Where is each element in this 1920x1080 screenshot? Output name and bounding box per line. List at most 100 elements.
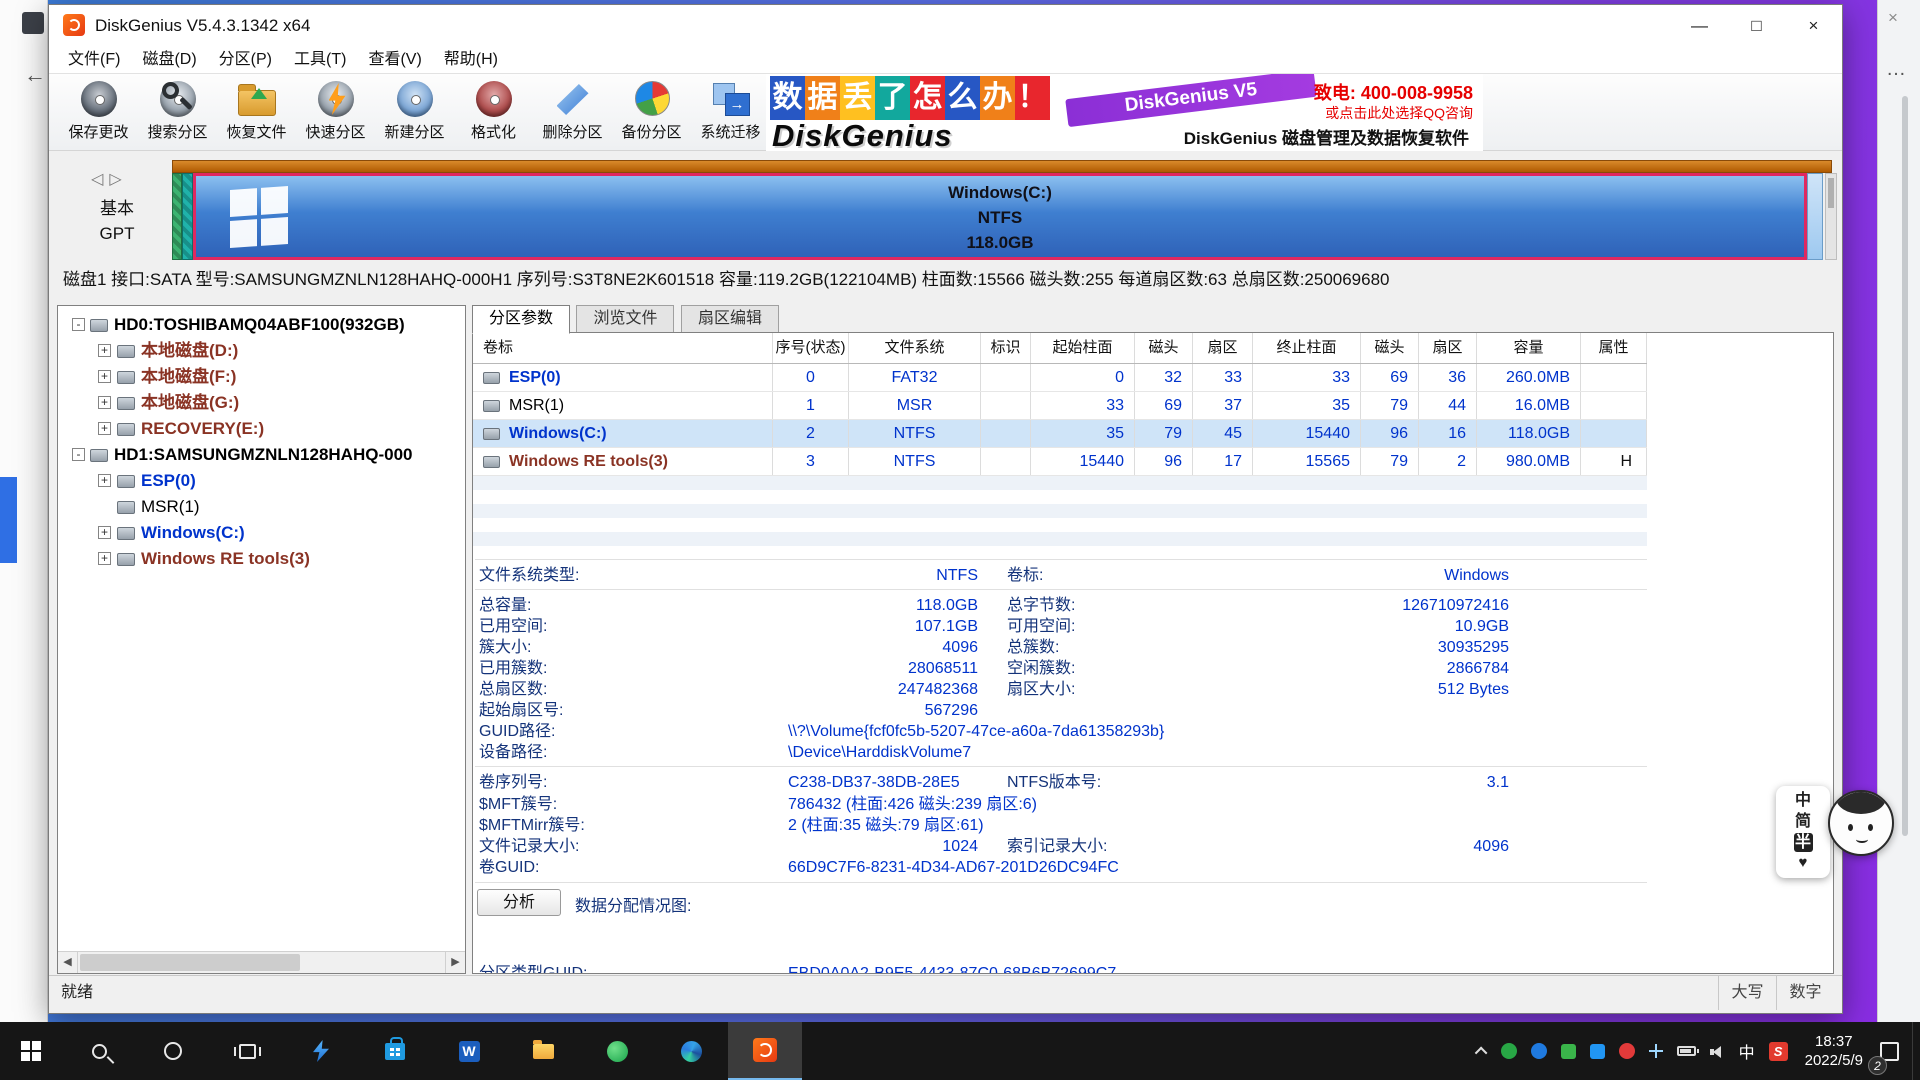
toolbar-button-new-partition[interactable]: 新建分区 bbox=[375, 76, 454, 149]
taskbar-app-word[interactable] bbox=[432, 1022, 506, 1080]
menu-item-file[interactable]: 文件(F) bbox=[57, 46, 131, 73]
recover-files-icon bbox=[235, 78, 279, 120]
partition-icon bbox=[117, 423, 135, 436]
toolbar: 保存更改 搜索分区 恢复文件 快速分区 新建分区 格式化 bbox=[49, 74, 1842, 151]
toolbar-button-quick-partition[interactable]: 快速分区 bbox=[296, 76, 375, 149]
sogou-tray-icon[interactable] bbox=[1769, 1042, 1788, 1061]
toolbar-button-backup-partition[interactable]: 备份分区 bbox=[612, 76, 691, 149]
disk-info-line: 磁盘1 接口:SATA 型号:SAMSUNGMZNLN128HAHQ-000H1… bbox=[49, 263, 1842, 297]
disk-icon bbox=[90, 449, 108, 462]
input-halfwidth-indicator[interactable]: 半 bbox=[1794, 833, 1813, 852]
tree-item-hd1[interactable]: -HD1:SAMSUNGMZNLN128HAHQ-000 bbox=[58, 442, 465, 468]
input-method-pill[interactable]: 中 简 半 ♥ bbox=[1776, 786, 1830, 878]
taskbar-app-store[interactable] bbox=[358, 1022, 432, 1080]
scroll-right-icon[interactable]: ▶ bbox=[445, 952, 465, 973]
ad-tagline: DiskGenius 磁盘管理及数据恢复软件 bbox=[1184, 124, 1469, 149]
task-view-button[interactable] bbox=[210, 1022, 284, 1080]
background-more-icon[interactable]: … bbox=[1886, 58, 1907, 81]
minimize-button[interactable]: — bbox=[1671, 5, 1728, 46]
heart-icon[interactable]: ♥ bbox=[1776, 853, 1830, 873]
clock-time: 18:37 bbox=[1815, 1033, 1853, 1050]
toolbar-button-search-partition[interactable]: 搜索分区 bbox=[138, 76, 217, 149]
store-icon bbox=[385, 1043, 405, 1060]
tree-item-recovery-e[interactable]: +RECOVERY(E:) bbox=[58, 416, 465, 442]
tree-item-disk-f[interactable]: +本地磁盘(F:) bbox=[58, 364, 465, 390]
taskbar-app-explorer[interactable] bbox=[506, 1022, 580, 1080]
analyze-button[interactable]: 分析 bbox=[477, 889, 561, 916]
menu-item-tools[interactable]: 工具(T) bbox=[283, 46, 357, 73]
back-arrow-icon[interactable]: ← bbox=[24, 62, 46, 88]
input-lang-indicator[interactable]: 中 bbox=[1776, 790, 1830, 811]
diskgenius-taskbar-icon bbox=[753, 1038, 777, 1062]
tree-item-disk-d[interactable]: +本地磁盘(D:) bbox=[58, 338, 465, 364]
taskbar-app-edge[interactable] bbox=[654, 1022, 728, 1080]
partition-details: 文件系统类型:NTFS卷标:Windows 总容量:118.0GB总字节数:12… bbox=[473, 333, 1833, 973]
partition-icon bbox=[117, 475, 135, 488]
toolbar-button-system-migration[interactable]: → 系统迁移 bbox=[691, 76, 770, 149]
taskbar-app-green[interactable] bbox=[580, 1022, 654, 1080]
partition-icon bbox=[117, 553, 135, 566]
tray-icon-blue-square[interactable] bbox=[1590, 1044, 1605, 1059]
ad-brand-logo: DiskGenius bbox=[772, 118, 953, 151]
partition-re-sliver[interactable] bbox=[1807, 173, 1823, 260]
tree-item-windows-re[interactable]: +Windows RE tools(3) bbox=[58, 546, 465, 572]
taskbar-cortana-button[interactable] bbox=[136, 1022, 210, 1080]
partition-esp-sliver[interactable] bbox=[172, 173, 182, 260]
toolbar-button-delete-partition[interactable]: 删除分区 bbox=[533, 76, 612, 149]
scroll-left-icon[interactable]: ◀ bbox=[58, 952, 78, 973]
disk-nav-arrows[interactable]: ◁▷ bbox=[91, 169, 128, 189]
input-method-avatar[interactable] bbox=[1828, 790, 1894, 856]
partition-icon bbox=[117, 371, 135, 384]
action-center-button[interactable]: 2 bbox=[1880, 1042, 1899, 1061]
taskbar-clock[interactable]: 18:37 2022/5/9 bbox=[1805, 1032, 1863, 1070]
input-simplified-indicator[interactable]: 简 bbox=[1776, 811, 1830, 832]
avatar-hair bbox=[1836, 790, 1886, 814]
input-language-indicator[interactable]: 中 bbox=[1739, 1039, 1755, 1063]
tab-sector-edit[interactable]: 扇区编辑 bbox=[681, 305, 779, 332]
tab-browse-files[interactable]: 浏览文件 bbox=[576, 305, 674, 332]
menu-item-view[interactable]: 查看(V) bbox=[357, 46, 432, 73]
background-scrollbar[interactable] bbox=[1902, 96, 1908, 836]
menu-item-help[interactable]: 帮助(H) bbox=[433, 46, 509, 73]
menu-item-disk[interactable]: 磁盘(D) bbox=[131, 46, 207, 73]
volume-icon[interactable] bbox=[1710, 1045, 1725, 1058]
taskbar-app-diskgenius[interactable] bbox=[728, 1022, 802, 1080]
partition-bar-size: 118.0GB bbox=[196, 230, 1804, 255]
tree-item-hd0[interactable]: -HD0:TOSHIBAMQ04ABF100(932GB) bbox=[58, 312, 465, 338]
tray-expand-button[interactable] bbox=[1478, 1047, 1487, 1056]
tree-item-esp[interactable]: +ESP(0) bbox=[58, 468, 465, 494]
taskbar-search-button[interactable] bbox=[62, 1022, 136, 1080]
toolbar-button-save-changes[interactable]: 保存更改 bbox=[59, 76, 138, 149]
tray-icon-blue-circle[interactable] bbox=[1531, 1043, 1547, 1059]
tray-icon-green-square[interactable] bbox=[1561, 1044, 1576, 1059]
battery-icon[interactable] bbox=[1677, 1046, 1696, 1056]
diskbar-scrollbar[interactable] bbox=[1825, 173, 1837, 260]
taskbar-app-bolt[interactable] bbox=[284, 1022, 358, 1080]
chevron-up-icon bbox=[1474, 1046, 1487, 1059]
show-desktop-button[interactable] bbox=[1912, 1022, 1920, 1080]
partition-windows-c-bar[interactable]: Windows(C:) NTFS 118.0GB bbox=[193, 173, 1807, 260]
partition-msr-sliver[interactable] bbox=[182, 173, 193, 260]
tray-snowflake-icon[interactable] bbox=[1649, 1044, 1663, 1058]
tree-item-windows-c[interactable]: +Windows(C:) bbox=[58, 520, 465, 546]
tab-partition-params[interactable]: 分区参数 bbox=[472, 305, 570, 334]
tree-horizontal-scrollbar[interactable]: ◀ ▶ bbox=[58, 951, 465, 973]
background-app-icon[interactable] bbox=[22, 12, 44, 34]
tray-icon-green-circle[interactable] bbox=[1501, 1043, 1517, 1059]
notification-badge: 2 bbox=[1868, 1056, 1887, 1075]
tray-icon-red-circle[interactable] bbox=[1619, 1043, 1635, 1059]
toolbar-button-recover-files[interactable]: 恢复文件 bbox=[217, 76, 296, 149]
maximize-button[interactable]: □ bbox=[1728, 5, 1785, 46]
start-button[interactable] bbox=[0, 1022, 62, 1080]
tree-item-msr[interactable]: MSR(1) bbox=[58, 494, 465, 520]
desktop: ← × … DiskGenius V5.4.3.1342 x64 — □ × 文… bbox=[0, 0, 1920, 1080]
close-button[interactable]: × bbox=[1785, 5, 1842, 46]
ad-qq-link[interactable]: 或点击此处选择QQ咨询 bbox=[1325, 103, 1473, 123]
background-close-icon[interactable]: × bbox=[1888, 8, 1898, 28]
tree-item-disk-g[interactable]: +本地磁盘(G:) bbox=[58, 390, 465, 416]
scrollbar-thumb[interactable] bbox=[80, 954, 300, 971]
ad-banner[interactable]: 数 据 丢 了 怎 么 办 ！ DiskGenius DiskGenius V5… bbox=[766, 74, 1483, 151]
menu-item-partition[interactable]: 分区(P) bbox=[208, 46, 283, 73]
partition-icon bbox=[117, 345, 135, 358]
toolbar-button-format[interactable]: 格式化 bbox=[454, 76, 533, 149]
